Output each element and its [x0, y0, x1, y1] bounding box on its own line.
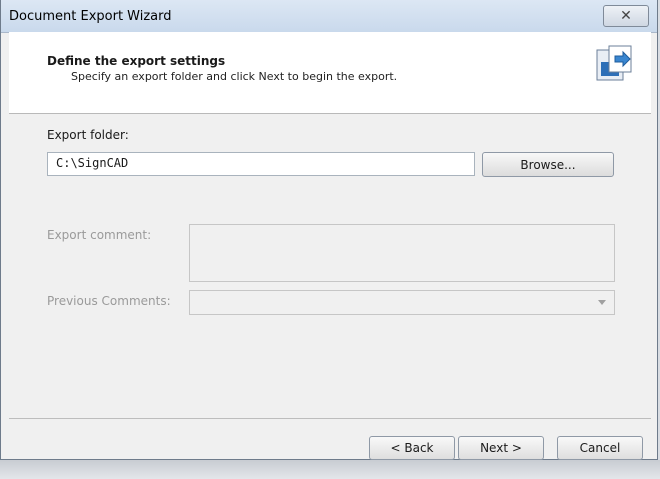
window-title: Document Export Wizard — [9, 9, 172, 24]
export-folder-input[interactable]: C:\SignCAD — [47, 152, 475, 176]
header-title: Define the export settings — [47, 54, 226, 68]
cancel-button[interactable]: Cancel — [557, 436, 643, 460]
previous-comments-label: Previous Comments: — [47, 294, 171, 308]
close-icon: ✕ — [620, 8, 632, 24]
wizard-content: Export folder: C:\SignCAD Browse... Expo… — [9, 114, 651, 414]
browse-button[interactable]: Browse... — [482, 152, 614, 177]
header-subtitle: Specify an export folder and click Next … — [71, 70, 398, 83]
export-folder-label: Export folder: — [47, 128, 129, 142]
back-button[interactable]: < Back — [369, 436, 455, 460]
chevron-down-icon — [598, 300, 606, 305]
wizard-header: Define the export settings Specify an ex… — [9, 32, 651, 114]
export-comment-field[interactable] — [189, 224, 615, 282]
title-bar[interactable]: Document Export Wizard ✕ — [1, 0, 657, 33]
wizard-window: Document Export Wizard ✕ Define the expo… — [0, 0, 658, 460]
export-document-icon — [596, 45, 632, 81]
previous-comments-dropdown[interactable] — [189, 290, 615, 315]
next-button[interactable]: Next > — [458, 436, 544, 460]
footer-divider — [9, 418, 651, 419]
background-strip — [0, 460, 660, 479]
close-button[interactable]: ✕ — [603, 5, 649, 27]
export-comment-label: Export comment: — [47, 228, 152, 242]
